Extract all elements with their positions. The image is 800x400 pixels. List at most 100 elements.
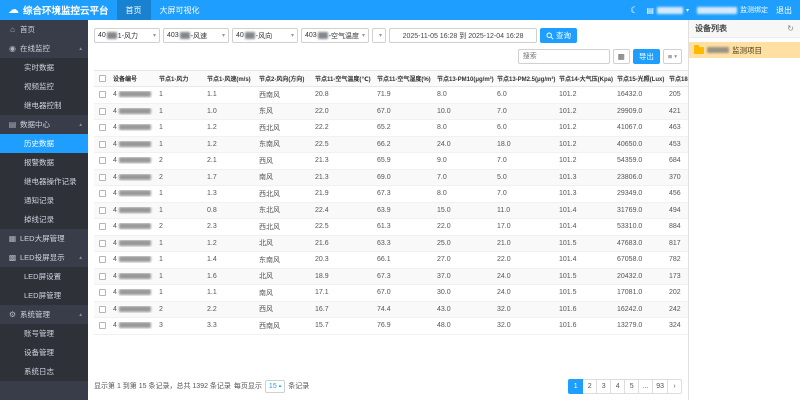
refresh-icon[interactable]: ↻ [787, 24, 794, 33]
sidebar-item[interactable]: 视频监控 [0, 77, 88, 96]
folder-icon [694, 44, 704, 54]
page-size-select[interactable]: 15 [264, 379, 286, 393]
table-cell: 南风 [259, 174, 273, 182]
column-header[interactable]: 节点13-PM2.5(μg/m³) [494, 74, 556, 83]
row-checkbox[interactable] [98, 173, 106, 181]
export-button[interactable]: 导出 [632, 49, 660, 64]
sidebar-item[interactable]: 报警数据 [0, 153, 88, 172]
page-button[interactable]: 1 [568, 378, 584, 394]
page-button[interactable]: 2 [582, 378, 598, 394]
row-checkbox[interactable] [98, 157, 106, 165]
table-row[interactable]: 4 2 2.3 西北风 22.5 61.3 22.0 17.0 101.4 53… [94, 219, 688, 236]
user-menu[interactable]: 监测绑定 [697, 5, 768, 15]
table-row[interactable]: 4 1 1.2 东南风 22.5 66.2 24.0 18.0 101.2 40… [94, 136, 688, 153]
column-header[interactable]: 节点1-风力 [156, 74, 204, 83]
navbar-menu-item[interactable]: 大屏可视化 [151, 0, 209, 20]
row-checkbox[interactable] [98, 206, 106, 214]
table-cell: 8.0 [437, 91, 447, 99]
page-button[interactable]: › [667, 378, 682, 394]
sidebar-item[interactable]: 继电器操作记录 [0, 172, 88, 191]
node-filter-select[interactable]: 403 -风速 [163, 28, 229, 43]
sidebar-item[interactable]: ◉ 在线监控 ▴ [0, 39, 88, 58]
table-row[interactable]: 4 1 1.4 东南风 20.3 66.1 27.0 22.0 101.4 67… [94, 252, 688, 269]
column-header[interactable]: 节点13-PM10(μg/m³) [434, 74, 494, 83]
row-checkbox[interactable] [98, 289, 106, 297]
grid-view-button[interactable]: ▦ [612, 49, 630, 64]
row-checkbox[interactable] [98, 305, 106, 313]
column-header[interactable]: 节点15-光照(Lux) [614, 74, 666, 83]
table-row[interactable]: 4 1 0.8 东北风 22.4 63.9 15.0 11.0 101.4 31… [94, 202, 688, 219]
theme-toggle-icon[interactable]: ☾ [630, 5, 638, 16]
page-button[interactable]: 4 [610, 378, 626, 394]
table-row[interactable]: 4 1 1.1 西南风 20.8 71.9 8.0 6.0 101.2 1643… [94, 87, 688, 104]
sidebar-item[interactable]: 继电器控制 [0, 96, 88, 115]
sidebar-item[interactable]: ▤ 数据中心 ▴ [0, 115, 88, 134]
sidebar-item[interactable]: ▩ LED投屏显示 ▴ [0, 248, 88, 267]
node-filter-select[interactable]: 40 -风向 [232, 28, 298, 43]
sidebar-item[interactable]: 掉线记录 [0, 210, 88, 229]
row-checkbox[interactable] [98, 272, 106, 280]
sidebar-item[interactable]: 实时数据 [0, 58, 88, 77]
row-checkbox[interactable] [98, 223, 106, 231]
select-all-checkbox[interactable] [98, 75, 106, 82]
search-input[interactable] [517, 49, 610, 64]
page-button[interactable]: ... [638, 378, 654, 394]
table-row[interactable]: 4 1 1.2 北风 21.6 63.3 25.0 21.0 101.5 476… [94, 235, 688, 252]
table-row[interactable]: 4 2 2.2 西风 16.7 74.4 43.0 32.0 101.6 162… [94, 301, 688, 318]
query-button[interactable]: 查询 [540, 28, 578, 43]
user-role-label: 监测绑定 [740, 7, 768, 14]
sidebar-item[interactable]: 历史数据 [0, 134, 88, 153]
row-checkbox[interactable] [98, 107, 106, 115]
table-row[interactable]: 4 1 1.0 东风 22.0 67.0 10.0 7.0 101.2 2990… [94, 103, 688, 120]
sidebar-item[interactable]: 账号管理 [0, 324, 88, 343]
row-checkbox[interactable] [98, 239, 106, 247]
date-range-input[interactable]: 2025-11-05 16:28 到 2025-12-04 16:28 [389, 28, 538, 43]
table-row[interactable]: 4 1 1.1 南风 17.1 67.0 30.0 24.0 101.5 170… [94, 285, 688, 302]
sidebar-item[interactable]: ⚙ 系统管理 ▴ [0, 305, 88, 324]
sidebar-item-label: 数据中心 [20, 120, 50, 129]
column-header[interactable]: 设备编号 [110, 74, 156, 83]
device-tree-item[interactable]: 监测项目 [689, 42, 800, 58]
column-header[interactable]: 节点11-空气湿度(%) [374, 74, 434, 83]
row-checkbox[interactable] [98, 190, 106, 198]
table-cell: 101.5 [559, 272, 577, 280]
row-checkbox[interactable] [98, 140, 106, 148]
row-checkbox[interactable] [98, 322, 106, 330]
node-filter-select[interactable]: 403 -空气温度 [301, 28, 370, 43]
table-row[interactable]: 4 1 1.3 西北风 21.9 67.3 8.0 7.0 101.3 2934… [94, 186, 688, 203]
sidebar-item[interactable]: 设备管理 [0, 343, 88, 362]
column-header[interactable]: 节点18-噪声 [666, 74, 688, 83]
column-header[interactable]: 节点14-大气压(Kpa) [556, 74, 614, 83]
logout-button[interactable]: 退出 [776, 5, 792, 16]
sidebar-item[interactable]: ⌂ 首页 [0, 20, 88, 39]
column-header[interactable]: 节点11-空气温度(℃) [312, 74, 374, 83]
navbar-right: ☾ ▤ 监测绑定 退出 [630, 5, 800, 16]
table-row[interactable]: 4 2 1.7 南风 21.3 69.0 7.0 5.0 101.3 23806… [94, 169, 688, 186]
columns-toggle-button[interactable]: ≡ ▾ [662, 49, 682, 64]
sidebar-item[interactable]: 通知记录 [0, 191, 88, 210]
table-row[interactable]: 4 1 1.2 西北风 22.2 65.2 8.0 6.0 101.2 4106… [94, 120, 688, 137]
table-row[interactable]: 4 2 2.1 西风 21.3 65.9 9.0 7.0 101.2 54359… [94, 153, 688, 170]
node-filter-more-select[interactable] [372, 28, 387, 43]
table-cell: 2.3 [207, 223, 217, 231]
table-header-row: 设备编号 节点1-风力 节点1-风速(m/s) 节点2-风向(方向) 节点11-… [94, 70, 688, 87]
device-id-prefix: 4 [113, 91, 117, 99]
sidebar-item[interactable]: LED屏设置 [0, 267, 88, 286]
node-filter-select[interactable]: 40 1-风力 [94, 28, 160, 43]
navbar-menu-item[interactable]: 首页 [116, 0, 151, 20]
row-checkbox[interactable] [98, 91, 106, 99]
project-selector[interactable]: ▤ [646, 6, 689, 15]
row-checkbox[interactable] [98, 256, 106, 264]
sidebar-item[interactable]: LED屏管理 [0, 286, 88, 305]
table-row[interactable]: 4 3 3.3 西南风 15.7 76.9 48.0 32.0 101.6 13… [94, 318, 688, 335]
column-header[interactable]: 节点1-风速(m/s) [204, 74, 256, 83]
page-button[interactable]: 93 [652, 378, 668, 394]
device-id-cell: 4 [110, 207, 156, 214]
sidebar-item[interactable]: 系统日志 [0, 362, 88, 381]
column-header[interactable]: 节点2-风向(方向) [256, 74, 312, 83]
page-button[interactable]: 3 [596, 378, 612, 394]
page-button[interactable]: 5 [624, 378, 640, 394]
row-checkbox[interactable] [98, 124, 106, 132]
sidebar-item[interactable]: ▦ LED大屏管理 [0, 229, 88, 248]
table-row[interactable]: 4 1 1.6 北风 18.9 67.3 37.0 24.0 101.5 204… [94, 268, 688, 285]
